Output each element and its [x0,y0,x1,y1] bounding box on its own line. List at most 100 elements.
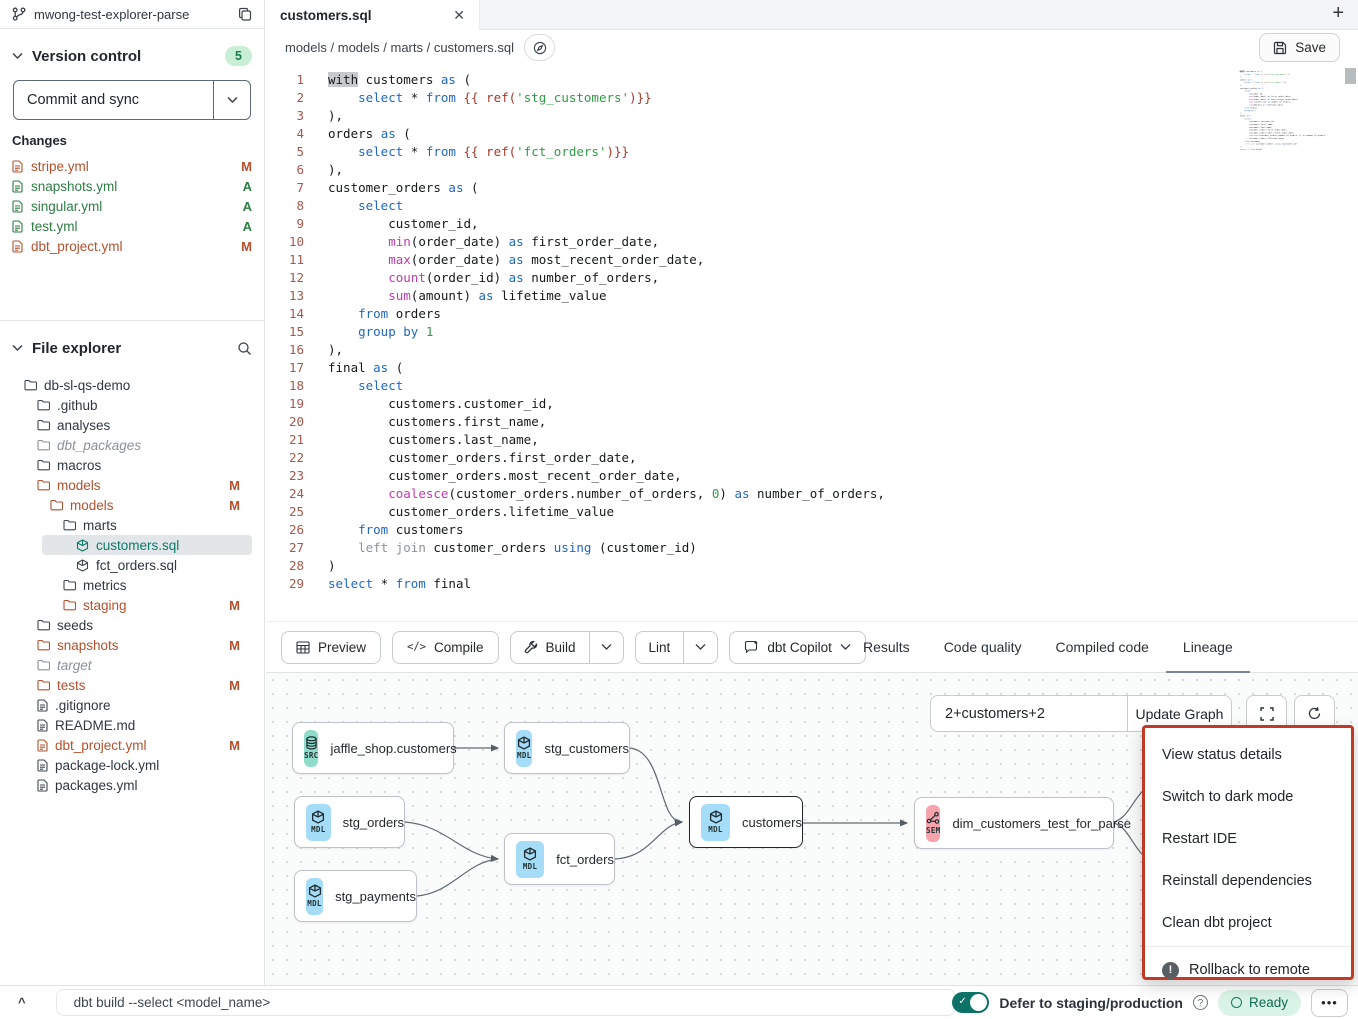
tab-lineage[interactable]: Lineage [1166,622,1250,674]
defer-toggle[interactable]: ✓ [952,992,989,1013]
code-line-3[interactable]: 3), [266,107,1358,125]
navigate-button[interactable] [524,34,555,61]
code-line-28[interactable]: 28) [266,557,1358,575]
code-line-4[interactable]: 4orders as ( [266,125,1358,143]
change-item-dbt_project.yml[interactable]: dbt_project.yml M [12,236,252,256]
help-icon[interactable]: ? [1193,995,1208,1010]
lineage-node-stg_customers[interactable]: MDL stg_customers [504,722,630,774]
tree-item-models[interactable]: modelsM [12,495,252,515]
lineage-panel[interactable]: SRC jaffle_shop.customers MDL stg_custom… [266,673,1358,985]
tree-item-snapshots[interactable]: snapshotsM [12,635,252,655]
scrollbar-thumb[interactable] [1345,68,1356,84]
tree-item-dbt_packages[interactable]: dbt_packages [12,435,252,455]
code-line-6[interactable]: 6), [266,161,1358,179]
tree-item-package-lock.yml[interactable]: package-lock.yml [12,755,252,775]
minimap[interactable]: with customers as ( select * from {{ ref… [1236,70,1332,210]
tree-item-packages.yml[interactable]: packages.yml [12,775,252,795]
code-line-5[interactable]: 5 select * from {{ ref('fct_orders')}} [266,143,1358,161]
change-item-singular.yml[interactable]: singular.yml A [12,196,252,216]
commit-and-sync-button[interactable]: Commit and sync [13,80,251,120]
code-line-19[interactable]: 19 customers.customer_id, [266,395,1358,413]
menu-item-view-status-details[interactable]: View status details [1145,734,1351,776]
tree-item-fct_orders.sql[interactable]: fct_orders.sql [12,555,252,575]
code-line-9[interactable]: 9 customer_id, [266,215,1358,233]
close-icon[interactable]: ✕ [453,7,465,24]
preview-button[interactable]: Preview [281,631,381,664]
code-lines[interactable]: 1with customers as (2 select * from {{ r… [266,65,1358,593]
tree-item-.github[interactable]: .github [12,395,252,415]
tree-item-models[interactable]: modelsM [12,475,252,495]
build-dropdown-caret[interactable] [589,632,623,663]
lint-button[interactable]: Lint [636,632,684,663]
code-line-12[interactable]: 12 count(order_id) as number_of_orders, [266,269,1358,287]
tree-item-target[interactable]: target [12,655,252,675]
commit-dropdown-caret[interactable] [213,81,250,119]
change-item-snapshots.yml[interactable]: snapshots.yml A [12,176,252,196]
code-line-1[interactable]: 1with customers as ( [266,71,1358,89]
lineage-node-jaffle_shop.customers[interactable]: SRC jaffle_shop.customers [292,722,454,774]
code-line-15[interactable]: 15 group by 1 [266,323,1358,341]
tree-item-macros[interactable]: macros [12,455,252,475]
menu-item-reinstall-dependencies[interactable]: Reinstall dependencies [1145,860,1351,902]
code-line-14[interactable]: 14 from orders [266,305,1358,323]
code-line-26[interactable]: 26 from customers [266,521,1358,539]
lineage-node-fct_orders[interactable]: MDL fct_orders [504,833,615,885]
tree-item-customers.sql[interactable]: customers.sql [42,535,252,555]
commit-and-sync-label[interactable]: Commit and sync [14,81,213,119]
change-item-stripe.yml[interactable]: stripe.yml M [12,156,252,176]
chevron-down-icon[interactable] [12,52,23,60]
copy-icon[interactable] [238,7,252,21]
compile-button[interactable]: </> Compile [392,631,499,664]
tree-item-tests[interactable]: testsM [12,675,252,695]
lineage-node-dim_customers_test_for_parse[interactable]: SEM dim_customers_test_for_parse [914,797,1114,849]
build-button[interactable]: Build [511,632,589,663]
code-line-7[interactable]: 7customer_orders as ( [266,179,1358,197]
code-line-21[interactable]: 21 customers.last_name, [266,431,1358,449]
code-line-13[interactable]: 13 sum(amount) as lifetime_value [266,287,1358,305]
lineage-selector-input[interactable] [930,695,1127,732]
lineage-node-stg_payments[interactable]: MDL stg_payments [294,870,417,922]
tree-item-metrics[interactable]: metrics [12,575,252,595]
status-ready-badge[interactable]: Ready [1218,990,1301,1016]
more-options-button[interactable]: ••• [1311,989,1348,1017]
code-line-24[interactable]: 24 coalesce(customer_orders.number_of_or… [266,485,1358,503]
tree-item-seeds[interactable]: seeds [12,615,252,635]
code-line-2[interactable]: 2 select * from {{ ref('stg_customers')}… [266,89,1358,107]
save-button[interactable]: Save [1259,33,1340,62]
code-line-23[interactable]: 23 customer_orders.most_recent_order_dat… [266,467,1358,485]
code-line-17[interactable]: 17final as ( [266,359,1358,377]
tree-item-db-sl-qs-demo[interactable]: db-sl-qs-demo [12,375,252,395]
code-editor[interactable]: 1with customers as (2 select * from {{ r… [266,65,1358,621]
code-line-8[interactable]: 8 select [266,197,1358,215]
code-line-10[interactable]: 10 min(order_date) as first_order_date, [266,233,1358,251]
menu-item-rollback-to-remote[interactable]: ! Rollback to remote [1145,949,1351,991]
code-line-20[interactable]: 20 customers.first_name, [266,413,1358,431]
menu-item-switch-to-dark-mode[interactable]: Switch to dark mode [1145,776,1351,818]
tree-item-.gitignore[interactable]: .gitignore [12,695,252,715]
collapse-chevron[interactable]: ^ [18,995,26,1010]
menu-item-restart-ide[interactable]: Restart IDE [1145,818,1351,860]
code-line-25[interactable]: 25 customer_orders.lifetime_value [266,503,1358,521]
tab-customers-sql[interactable]: customers.sql ✕ [266,0,480,30]
code-line-22[interactable]: 22 customer_orders.first_order_date, [266,449,1358,467]
code-line-16[interactable]: 16), [266,341,1358,359]
tree-item-README.md[interactable]: README.md [12,715,252,735]
chevron-down-icon[interactable] [12,344,23,352]
tab-code-quality[interactable]: Code quality [927,622,1039,674]
tab-compiled-code[interactable]: Compiled code [1039,622,1166,674]
tree-item-marts[interactable]: marts [12,515,252,535]
menu-item-clean-dbt-project[interactable]: Clean dbt project [1145,902,1351,944]
code-line-29[interactable]: 29select * from final [266,575,1358,593]
dbt-command-input[interactable]: dbt build --select <model_name> [56,989,956,1016]
tab-results[interactable]: Results [846,622,927,674]
lineage-node-stg_orders[interactable]: MDL stg_orders [294,796,405,848]
change-item-test.yml[interactable]: test.yml A [12,216,252,236]
code-line-27[interactable]: 27 left join customer_orders using (cust… [266,539,1358,557]
tree-item-dbt_project.yml[interactable]: dbt_project.ymlM [12,735,252,755]
tree-item-staging[interactable]: stagingM [12,595,252,615]
code-line-18[interactable]: 18 select [266,377,1358,395]
new-tab-button[interactable]: + [1332,2,1344,25]
lint-dropdown-caret[interactable] [683,632,717,663]
tree-item-analyses[interactable]: analyses [12,415,252,435]
code-line-11[interactable]: 11 max(order_date) as most_recent_order_… [266,251,1358,269]
